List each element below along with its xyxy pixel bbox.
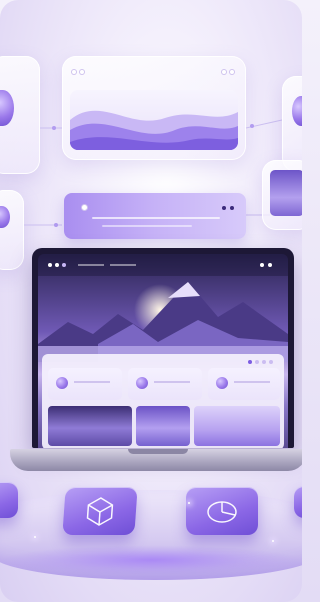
pager-dot — [255, 360, 259, 364]
right-edge-tile[interactable] — [294, 486, 302, 518]
window-dot — [55, 263, 59, 267]
pie-chart-icon-tile[interactable] — [186, 487, 258, 535]
panel-dot — [222, 206, 226, 210]
stat-card[interactable] — [128, 368, 202, 400]
sparkle-icon — [188, 502, 190, 504]
panel-line — [102, 225, 192, 227]
cube-icon — [86, 497, 114, 526]
card-orb-icon — [136, 377, 148, 389]
pager-dot — [269, 360, 273, 364]
sparkle-icon — [34, 536, 36, 538]
mountain-thumbnail — [270, 170, 302, 216]
progress-panel — [64, 193, 246, 239]
window-dot — [268, 263, 272, 267]
card-line — [154, 381, 190, 383]
platform-glow — [0, 545, 302, 575]
right-image-panel — [262, 160, 302, 230]
image-tile[interactable] — [48, 406, 132, 446]
laptop-notch — [128, 449, 188, 454]
image-tile[interactable] — [194, 406, 280, 446]
card-orb-icon — [56, 377, 68, 389]
nav-line — [110, 264, 136, 266]
window-dot — [62, 263, 66, 267]
panel-dot — [230, 206, 234, 210]
window-dot — [48, 263, 52, 267]
panel-line — [92, 217, 220, 219]
screen-display — [38, 254, 288, 448]
pager-dot — [262, 360, 266, 364]
card-line — [234, 381, 270, 383]
stat-card[interactable] — [208, 368, 280, 400]
pager-dot — [248, 360, 252, 364]
card-orb-icon — [216, 377, 228, 389]
laptop-screen — [32, 248, 294, 448]
nav-line — [78, 264, 104, 266]
panel-dot — [82, 205, 87, 210]
image-tile[interactable] — [136, 406, 190, 446]
card-line — [74, 381, 110, 383]
dashboard-overlay — [42, 354, 284, 448]
cube-icon-tile[interactable] — [62, 487, 138, 535]
window-dot — [260, 263, 264, 267]
scene-frame — [0, 0, 302, 602]
mountain-landscape — [38, 282, 288, 362]
left-edge-tile[interactable] — [0, 482, 18, 518]
pie-chart-icon — [207, 501, 237, 523]
stat-card[interactable] — [48, 368, 122, 400]
sparkle-icon — [272, 540, 274, 542]
